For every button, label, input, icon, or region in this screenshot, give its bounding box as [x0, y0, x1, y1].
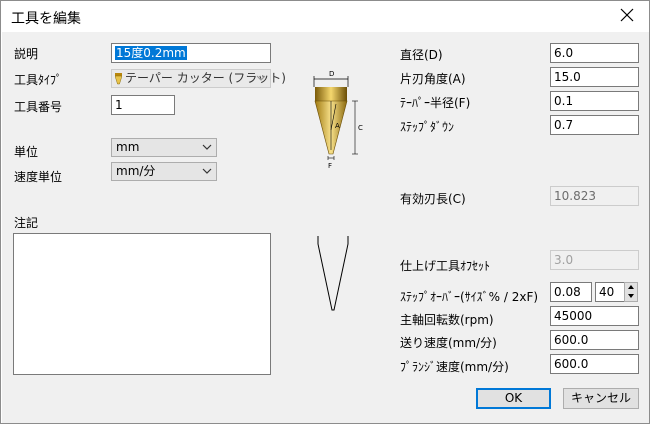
finish-offset-label: 仕上げ工具ｵﾌｾｯﾄ [400, 259, 491, 273]
flute-length-label: 有効刃長(C) [400, 192, 466, 206]
tool-type-select[interactable]: テーパー カッター (フラット) [111, 69, 286, 88]
dialog-title: 工具を編集 [11, 11, 81, 27]
unit-label: 単位 [14, 145, 39, 159]
diagram-label-c: C [358, 124, 363, 132]
unit-select[interactable]: mm [111, 138, 217, 157]
tool-diagram: D A C F [313, 70, 363, 170]
speed-unit-label: 速度単位 [14, 170, 63, 184]
diagram-label-a: A [335, 122, 340, 130]
chevron-down-icon [202, 144, 212, 150]
unit-value: mm [116, 140, 140, 154]
spin-up-icon[interactable] [625, 283, 637, 292]
taper-radius-input[interactable]: 0.1 [550, 91, 639, 111]
plunge-label: ﾌﾟﾗﾝｼﾞ速度(mm/分) [400, 360, 509, 374]
plunge-input[interactable]: 600.0 [550, 354, 639, 374]
tool-type-icon [115, 73, 122, 85]
stepover-label: ｽﾃｯﾌﾟｵｰﾊﾞｰ(ｻｲｽﾞ% / 2xF) [400, 290, 539, 304]
spindle-input[interactable]: 45000 [550, 306, 639, 326]
dialog-body: 説明 15度0.2mm 工具ﾀｲﾌﾟ テーパー カッター (フラット) 工具番号… [2, 32, 649, 423]
cancel-button[interactable]: キャンセル [563, 388, 639, 409]
title-bar[interactable]: 工具を編集 [1, 1, 649, 32]
stepover-input[interactable]: 0.08 [550, 282, 592, 302]
description-value: 15度0.2mm [115, 46, 187, 60]
diagram-label-f: F [328, 162, 332, 170]
feed-label: 送り速度(mm/分) [400, 336, 497, 350]
diameter-input[interactable]: 6.0 [550, 43, 639, 63]
description-input[interactable]: 15度0.2mm [111, 43, 271, 63]
tool-number-input[interactable]: 1 [111, 95, 175, 115]
notes-textarea[interactable] [13, 233, 271, 375]
stepover-percent-input[interactable]: 40 [595, 282, 625, 302]
tool-profile-diagram [317, 236, 349, 311]
half-angle-label: 片刃角度(A) [400, 72, 466, 86]
chevron-down-icon [256, 75, 266, 81]
finish-offset-input: 3.0 [550, 250, 639, 270]
stepdown-label: ｽﾃｯﾌﾟﾀﾞｳﾝ [400, 120, 455, 134]
spin-down-icon[interactable] [625, 292, 637, 301]
tool-type-label: 工具ﾀｲﾌﾟ [14, 73, 63, 87]
flute-length-value: 10.823 [550, 186, 639, 206]
ok-button[interactable]: OK [476, 388, 551, 409]
close-icon[interactable] [619, 6, 635, 24]
edit-tool-dialog: 工具を編集 説明 15度0.2mm 工具ﾀｲﾌﾟ テーパー カッター (フラット… [0, 0, 650, 424]
diameter-label: 直径(D) [400, 48, 443, 62]
feed-input[interactable]: 600.0 [550, 330, 639, 350]
speed-unit-select[interactable]: mm/分 [111, 162, 217, 181]
description-label: 説明 [14, 47, 39, 61]
tool-number-label: 工具番号 [14, 100, 63, 114]
chevron-down-icon [202, 168, 212, 174]
diagram-label-d: D [329, 70, 334, 78]
half-angle-input[interactable]: 15.0 [550, 67, 639, 87]
taper-radius-label: ﾃｰﾊﾟｰ半径(F) [400, 96, 471, 110]
speed-unit-value: mm/分 [116, 164, 156, 178]
notes-label: 注記 [14, 216, 39, 230]
stepover-spinner[interactable] [624, 282, 638, 302]
spindle-label: 主軸回転数(rpm) [400, 313, 494, 327]
stepdown-input[interactable]: 0.7 [550, 115, 639, 135]
